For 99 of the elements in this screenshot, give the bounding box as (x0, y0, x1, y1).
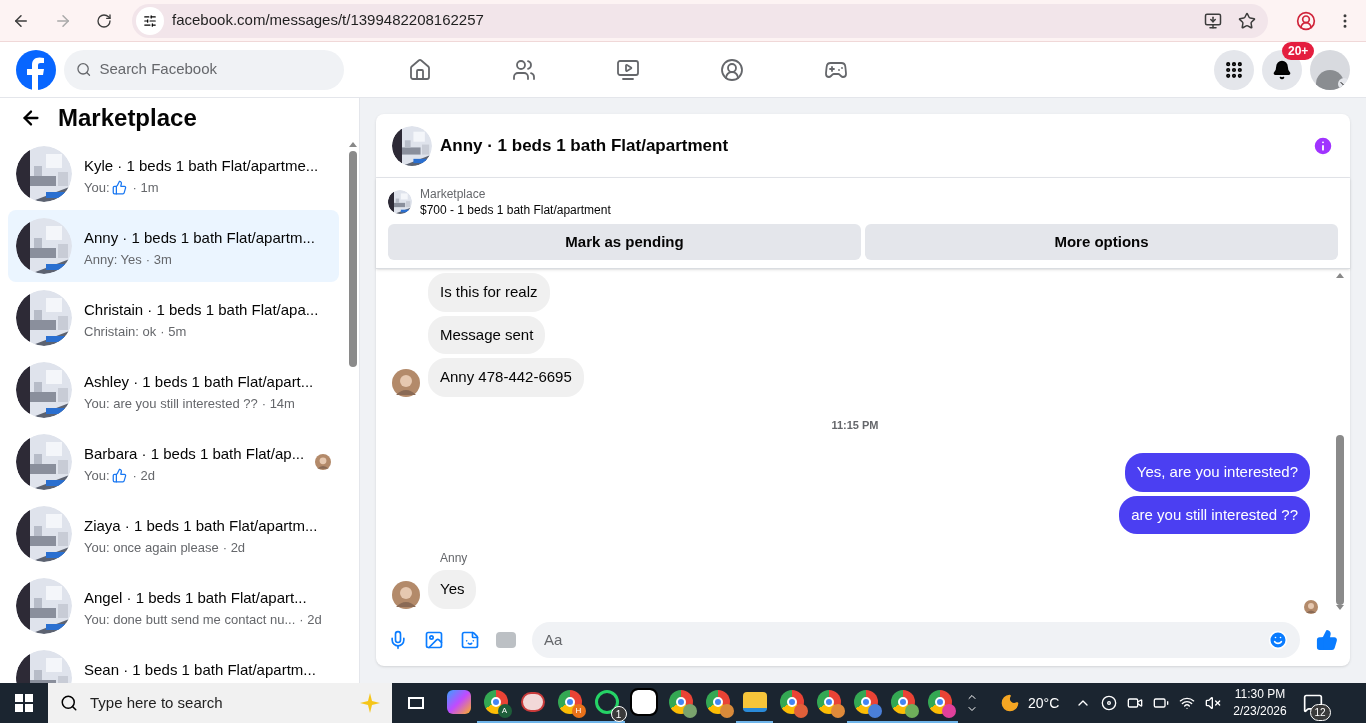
message-bubble: Message sent (428, 315, 546, 354)
message-preview: You: are you still interested ?? (84, 394, 258, 413)
message-time: · 2d (299, 610, 322, 629)
conversation-item[interactable]: Angel · 1 beds 1 bath Flat/apart... You: done butt send me contact nu... · 2d (8, 570, 339, 642)
message-time: · 5m (160, 322, 187, 341)
conversation-title: Angel · 1 beds 1 bath Flat/apart... (84, 588, 308, 608)
action-button[interactable]: Mark as pending (388, 224, 861, 260)
like-icon (111, 179, 127, 195)
profile-badge: A (497, 704, 512, 718)
message-bubble: Yes, are you interested? (1124, 453, 1310, 492)
message-preview: Anny: Yes (84, 250, 142, 269)
info-icon[interactable] (1312, 134, 1334, 157)
groups-icon[interactable] (720, 57, 744, 82)
message-time: · 2d (132, 466, 155, 485)
scroll-up-icon[interactable] (1336, 273, 1344, 278)
message-preview: You: (84, 466, 110, 485)
volume-icon[interactable] (1205, 695, 1222, 711)
message-bubble: are you still interested ?? (1119, 495, 1310, 534)
sticker-icon[interactable] (460, 630, 480, 650)
search-input[interactable]: Search Facebook (99, 58, 332, 81)
message-field[interactable]: Aa (532, 622, 1300, 658)
listing-source: Marketplace (420, 186, 487, 202)
timestamp: 11:15 PM (830, 417, 880, 433)
avatar (392, 368, 420, 397)
conversation-item[interactable]: Ziaya · 1 beds 1 bath Flat/apartm... You: once again please · 2d (8, 498, 339, 570)
chat-title: Anny · 1 beds 1 bath Flat/apartment (440, 134, 729, 157)
like-icon[interactable] (1316, 629, 1338, 651)
battery-icon[interactable] (1153, 695, 1170, 711)
reload-icon[interactable] (96, 12, 112, 29)
like-icon (111, 467, 127, 483)
conversation-item[interactable]: Barbara · 1 beds 1 bath Flat/ap... You: · 2d (8, 426, 339, 498)
message-preview: Christain: ok (84, 322, 157, 341)
taskbar-search-input[interactable]: Type here to search (90, 691, 348, 715)
bookmark-icon[interactable] (1238, 11, 1256, 30)
address-bar[interactable]: facebook.com/messages/t/1399482208162257 (132, 3, 1268, 38)
menu-button[interactable] (1214, 49, 1254, 90)
listing-title: $700 - 1 beds 1 bath Flat/apartment (420, 202, 611, 218)
avatar (315, 454, 331, 470)
grid-icon (1224, 59, 1244, 80)
message-bubble: Yes (428, 570, 477, 609)
conversation-title: Kyle · 1 beds 1 bath Flat/apartme... (84, 156, 320, 176)
conversation-title: Barbara · 1 beds 1 bath Flat/ap... (84, 444, 303, 464)
video-icon[interactable] (616, 57, 640, 82)
clock-date[interactable]: 2/23/2026 (1233, 703, 1287, 720)
url-text: facebook.com/messages/t/1399482208162257 (172, 10, 484, 31)
app-icon[interactable] (520, 692, 545, 712)
conversation-title: Christain · 1 beds 1 bath Flat/apa... (84, 300, 320, 320)
message-bubble: Anny 478-442-6695 (428, 358, 584, 397)
sparkle-icon (360, 693, 380, 713)
message-input[interactable]: Aa (544, 628, 1268, 652)
folder-icon[interactable] (742, 692, 767, 712)
site-settings-icon[interactable] (143, 13, 157, 28)
avatar (1304, 600, 1318, 614)
message-preview: You: (84, 178, 110, 197)
search-field[interactable]: Search Facebook (64, 49, 344, 90)
sidebar-title: Marketplace (58, 103, 197, 133)
conversation-item[interactable]: Christain · 1 beds 1 bath Flat/apa... Christain: ok · 5m (8, 282, 339, 354)
conversation-title: Anny · 1 beds 1 bath Flat/apartm... (84, 228, 316, 248)
bell-icon (1272, 59, 1292, 80)
taskbar-search[interactable]: Type here to search (48, 683, 392, 723)
app-icon[interactable] (446, 690, 471, 714)
conversation-item[interactable]: Ashley · 1 beds 1 bath Flat/apart... You: are you still interested ?? · 14m (8, 354, 339, 426)
count-badge: 1 (610, 706, 627, 722)
record-icon[interactable] (1101, 695, 1118, 711)
sender-name: Anny (439, 550, 469, 566)
logo[interactable] (16, 49, 56, 90)
install-icon[interactable] (1204, 11, 1222, 30)
scroll-up-icon[interactable] (349, 142, 357, 147)
search-icon (76, 61, 92, 78)
profile-badge: H (571, 704, 586, 718)
conversation-title: Ashley · 1 beds 1 bath Flat/apart... (84, 372, 315, 392)
message-bubble: Is this for realz (428, 273, 550, 312)
notification-count: 12 (1309, 704, 1331, 721)
photo-icon[interactable] (424, 630, 444, 650)
friends-icon[interactable] (512, 57, 536, 82)
avatar (392, 580, 420, 609)
clock-time[interactable]: 11:30 PM (1234, 686, 1286, 703)
conversation-item[interactable]: Kyle · 1 beds 1 bath Flat/apartme... You: · 1m (8, 138, 339, 210)
temperature[interactable]: 20°C (1028, 693, 1060, 713)
profile-icon[interactable] (1296, 10, 1316, 31)
task-view-icon[interactable] (408, 697, 424, 709)
message-time: · 14m (261, 394, 295, 413)
message-time: · 2d (222, 538, 246, 557)
home-icon[interactable] (408, 57, 432, 82)
message-time: · 3m (145, 250, 172, 269)
weather-icon[interactable] (1000, 693, 1020, 713)
conversation-title: Ziaya · 1 beds 1 bath Flat/apartm... (84, 516, 319, 536)
account-avatar[interactable] (1310, 49, 1350, 90)
conversation-title: Sean · 1 beds 1 bath Flat/apartm... (84, 660, 317, 680)
search-icon (60, 694, 78, 712)
message-preview: You: once again please (84, 538, 219, 557)
emoji-icon[interactable] (1268, 630, 1288, 650)
message-preview: You: done butt send me contact nu... (84, 610, 296, 629)
microphone-icon[interactable] (388, 630, 408, 650)
conversation-item[interactable]: Anny · 1 beds 1 bath Flat/apartm... Anny: Yes · 3m (8, 210, 339, 282)
action-button[interactable]: More options (865, 224, 1338, 260)
message-time: · 1m (132, 178, 159, 197)
wifi-icon[interactable] (1179, 695, 1196, 711)
camera-icon[interactable] (1127, 695, 1144, 711)
